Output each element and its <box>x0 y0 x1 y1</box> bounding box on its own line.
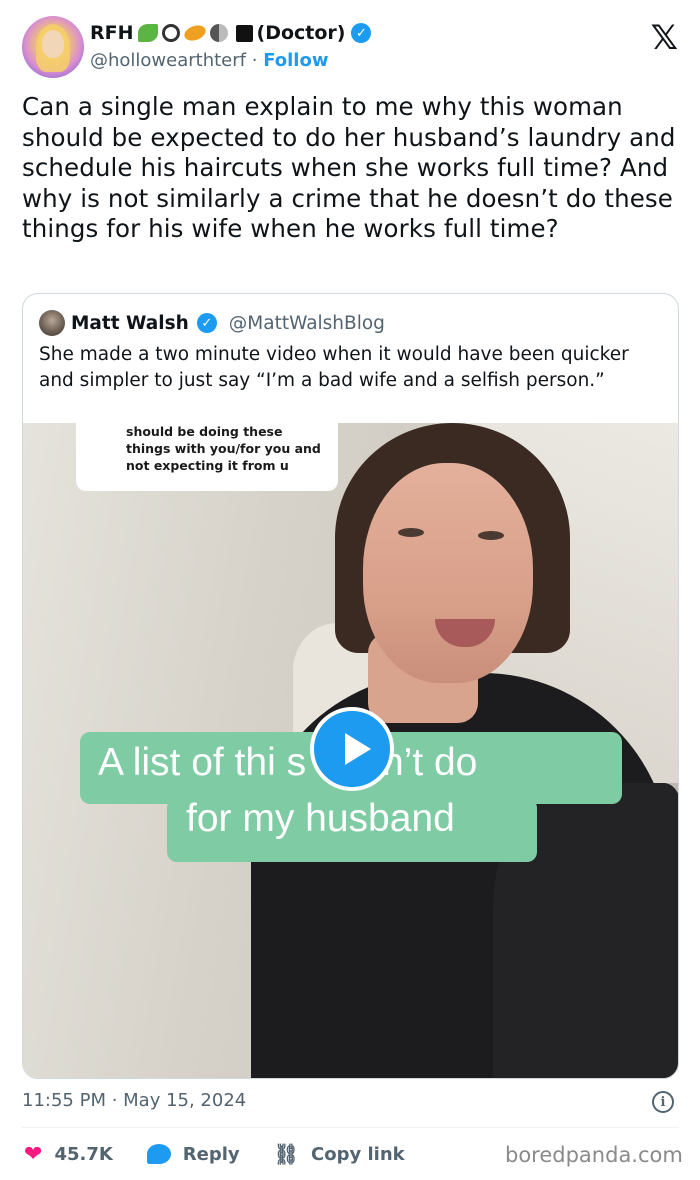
dragon-emoji-icon <box>137 24 158 42</box>
watermark: boredpanda.com <box>505 1143 683 1167</box>
planet-emoji-icon <box>181 22 208 44</box>
video-player[interactable]: should be doing these things with you/fo… <box>23 423 678 1078</box>
video-person-right-eye <box>478 531 504 540</box>
copy-link-label: Copy link <box>311 1143 405 1165</box>
moon-emoji-icon <box>209 24 228 42</box>
video-person-face <box>363 463 533 683</box>
separator-dot: · <box>251 50 258 71</box>
like-count: 45.7K <box>54 1143 113 1165</box>
reply-bubble-icon <box>146 1144 171 1164</box>
quoted-author-name: Matt Walsh <box>71 312 189 334</box>
tweet-timestamp[interactable]: 11:55 PM · May 15, 2024 <box>22 1090 246 1111</box>
tweet-header: RFH (Doctor) ✓ @hollowearthterf · Follow… <box>22 16 682 80</box>
quoted-verified-badge-icon: ✓ <box>196 313 217 333</box>
quoted-author-handle: @MattWalshBlog <box>228 312 385 334</box>
author-display-name[interactable]: RFH <box>90 22 134 44</box>
quoted-tweet-text: She made a two minute video when it woul… <box>39 344 629 391</box>
reply-label: Reply <box>182 1143 240 1165</box>
author-handle-row: @hollowearthterf · Follow <box>90 50 328 71</box>
verified-badge-icon: ✓ <box>351 23 372 43</box>
magnifier-emoji-icon <box>161 24 180 42</box>
video-overlay-text-line-2: for my husband <box>186 797 455 840</box>
x-logo-icon[interactable]: 𝕏 <box>651 18 678 58</box>
follow-button[interactable]: Follow <box>263 50 328 71</box>
video-overlay-text-line-1: A list of thi s I don’t do <box>98 741 478 784</box>
author-name-row[interactable]: RFH (Doctor) ✓ <box>90 22 372 44</box>
copy-link-button[interactable]: ⛓ Copy link <box>274 1142 405 1166</box>
reply-button[interactable]: Reply <box>146 1143 240 1165</box>
video-caption-text: should be doing these things with you/fo… <box>126 424 321 473</box>
quoted-tweet[interactable]: Matt Walsh ✓ @MattWalshBlog She made a t… <box>22 293 679 1079</box>
author-name-suffix: (Doctor) <box>256 22 346 44</box>
divider <box>22 1127 679 1128</box>
video-person-left-eye <box>398 528 424 537</box>
link-icon: ⛓ <box>273 1142 300 1166</box>
like-button[interactable]: ❤ 45.7K <box>24 1142 113 1167</box>
author-handle[interactable]: @hollowearthterf <box>90 50 246 71</box>
play-button[interactable] <box>310 707 394 791</box>
author-avatar[interactable] <box>22 16 84 78</box>
tweet-actions: ❤ 45.7K Reply ⛓ Copy link <box>24 1140 439 1168</box>
quoted-tweet-header: Matt Walsh ✓ @MattWalshBlog <box>39 310 385 336</box>
heart-icon: ❤ <box>24 1141 43 1167</box>
play-icon <box>345 733 371 765</box>
info-icon[interactable]: i <box>652 1091 674 1113</box>
avatar-face <box>42 30 64 58</box>
quoted-author-avatar <box>39 310 65 336</box>
video-caption-bubble: should be doing these things with you/fo… <box>76 423 338 491</box>
black-square-emoji-icon <box>235 24 253 42</box>
tweet-text: Can a single man explain to me why this … <box>22 92 676 243</box>
